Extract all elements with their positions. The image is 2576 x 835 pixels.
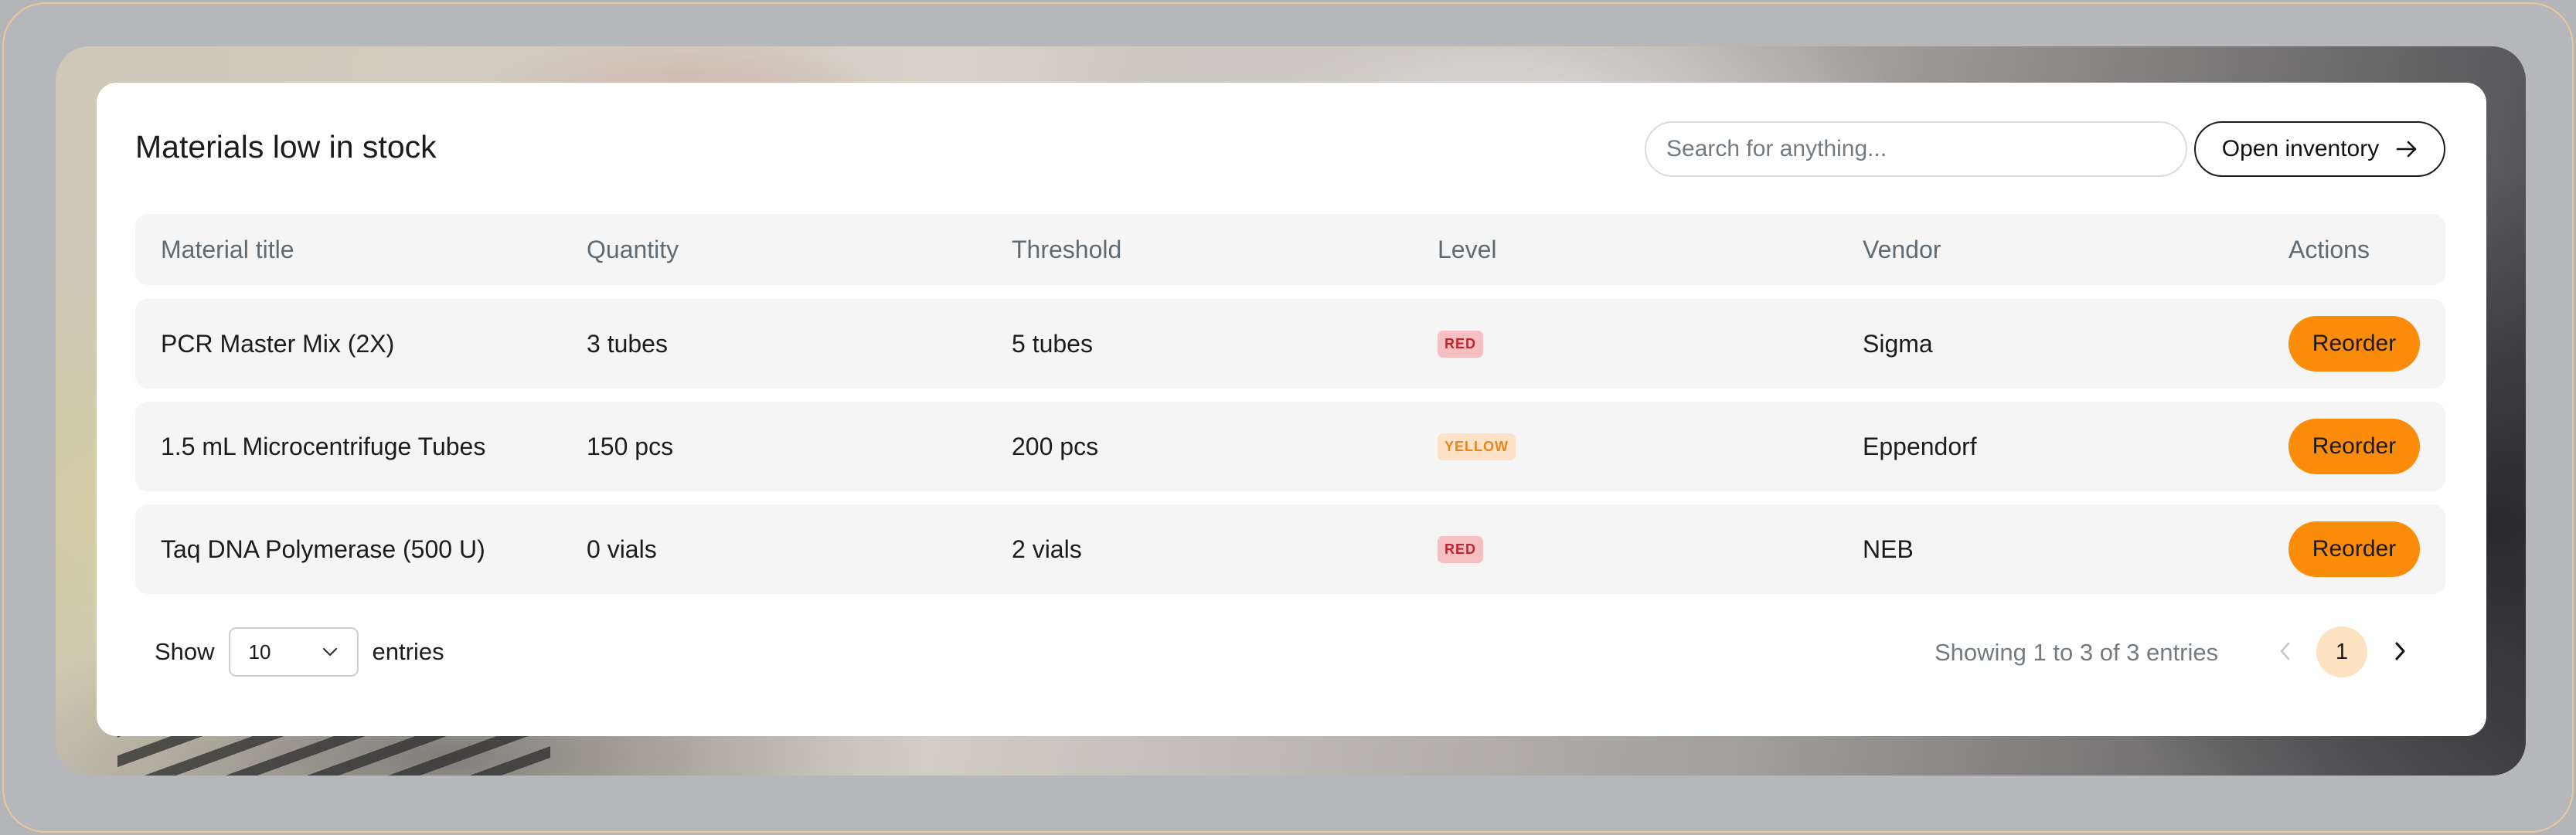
column-header-threshold: Threshold	[1012, 235, 1122, 263]
column-header-actions: Actions	[2288, 235, 2370, 263]
material-title: 1.5 mL Microcentrifuge Tubes	[161, 432, 486, 460]
reorder-button[interactable]: Reorder	[2288, 521, 2420, 577]
column-header-quantity: Quantity	[587, 235, 679, 263]
table-row: PCR Master Mix (2X) 3 tubes 5 tubes RED …	[135, 299, 2445, 389]
quantity: 150 pcs	[587, 432, 674, 460]
threshold: 2 vials	[1012, 535, 1082, 563]
previous-page-button[interactable]	[2270, 636, 2301, 667]
search-box[interactable]	[1645, 121, 2187, 177]
open-inventory-label: Open inventory	[2221, 136, 2380, 161]
page-number-button[interactable]: 1	[2316, 626, 2367, 677]
showing-entries-text: Showing 1 to 3 of 3 entries	[1935, 639, 2219, 666]
material-title: PCR Master Mix (2X)	[161, 329, 395, 358]
column-header-level: Level	[1438, 235, 1497, 263]
threshold: 5 tubes	[1012, 329, 1093, 358]
show-label: Show	[155, 638, 215, 665]
level-badge: RED	[1438, 330, 1484, 358]
next-page-button[interactable]	[2384, 636, 2415, 667]
vendor: Eppendorf	[1863, 432, 1977, 460]
reorder-button[interactable]: Reorder	[2288, 419, 2420, 474]
vendor: NEB	[1863, 535, 1914, 563]
column-header-vendor: Vendor	[1863, 235, 1941, 263]
search-input[interactable]	[1666, 136, 2186, 162]
open-inventory-button[interactable]: Open inventory	[2194, 121, 2445, 177]
level-badge: RED	[1438, 535, 1484, 563]
entries-label: entries	[372, 638, 444, 665]
card-title: Materials low in stock	[135, 129, 437, 165]
low-stock-card: Materials low in stock Open inventory Ma…	[97, 83, 2486, 736]
arrow-right-icon	[2396, 140, 2418, 158]
quantity: 3 tubes	[587, 329, 668, 358]
reorder-button[interactable]: Reorder	[2288, 316, 2420, 372]
entries-select[interactable]: 10	[228, 627, 359, 677]
material-title: Taq DNA Polymerase (500 U)	[161, 535, 485, 563]
vendor: Sigma	[1863, 329, 1933, 358]
threshold: 200 pcs	[1012, 432, 1099, 460]
table-header: Material title Quantity Threshold Level …	[135, 214, 2445, 285]
level-badge: YELLOW	[1438, 433, 1516, 460]
chevron-down-icon	[322, 647, 339, 657]
table-row: Taq DNA Polymerase (500 U) 0 vials 2 via…	[135, 504, 2445, 594]
chevron-left-icon	[2280, 642, 2290, 660]
entries-control: Show 10 entries	[155, 627, 444, 677]
entries-select-value: 10	[248, 640, 271, 664]
column-header-material-title: Material title	[161, 235, 294, 263]
quantity: 0 vials	[587, 535, 657, 563]
table-row: 1.5 mL Microcentrifuge Tubes 150 pcs 200…	[135, 402, 2445, 491]
chevron-right-icon	[2395, 642, 2405, 660]
